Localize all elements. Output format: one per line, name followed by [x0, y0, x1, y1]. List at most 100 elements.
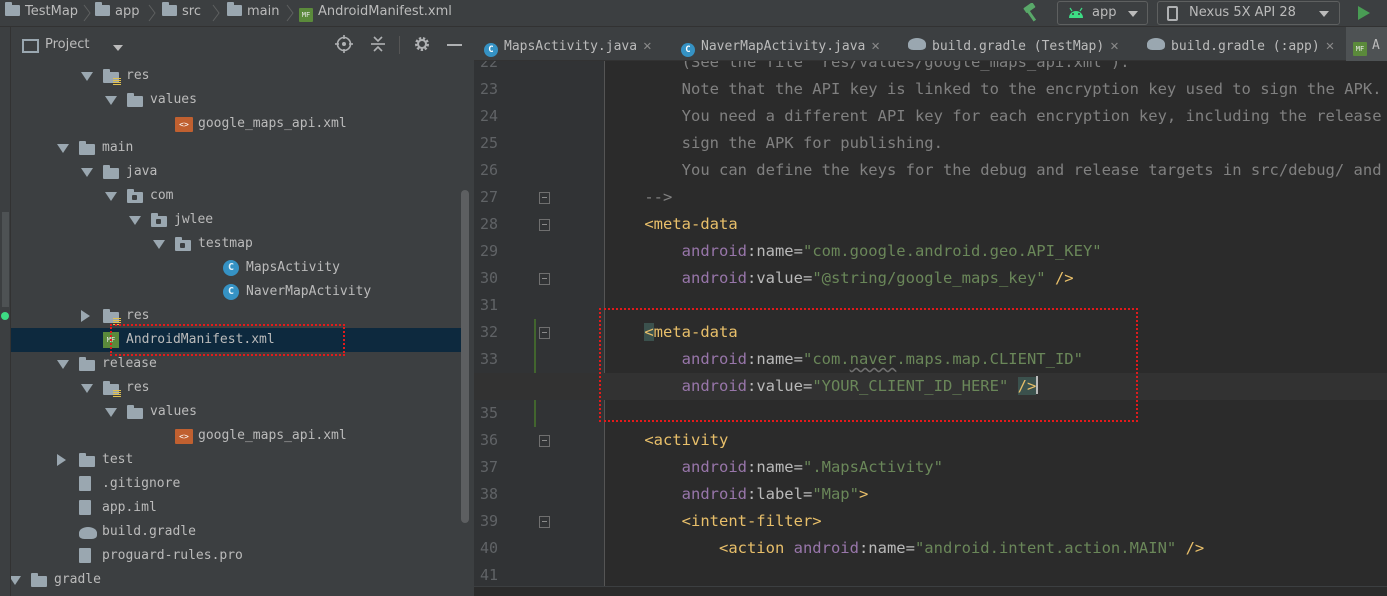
code-token: android: [681, 458, 747, 476]
tree-item[interactable]: test: [11, 448, 461, 472]
tab-build-gradle-app[interactable]: build.gradle (:app) ✕: [1147, 27, 1345, 61]
breadcrumb-separator-icon: [286, 4, 294, 22]
tab-android-manifest[interactable]: MF A: [1346, 27, 1387, 61]
collapse-arrow-icon[interactable]: [57, 454, 66, 466]
gradle-icon: [79, 527, 97, 539]
close-icon[interactable]: ✕: [643, 38, 651, 54]
tree-item[interactable]: C MapsActivity: [11, 256, 461, 280]
minimize-icon[interactable]: [447, 44, 462, 46]
tree-item-label: java: [126, 164, 158, 179]
tree-item[interactable]: com: [11, 184, 461, 208]
chevron-down-icon[interactable]: [113, 45, 123, 51]
project-scrollbar[interactable]: [461, 190, 469, 523]
expand-arrow-icon[interactable]: [57, 360, 69, 369]
code-token: android: [681, 485, 747, 503]
tree-item-label: .gitignore: [102, 476, 181, 491]
hammer-icon[interactable]: [1021, 3, 1043, 23]
expand-arrow-icon[interactable]: [105, 96, 117, 105]
fold-marker-icon[interactable]: [539, 219, 550, 231]
run-icon[interactable]: [1356, 5, 1372, 21]
code-line: (See the file "res/values/google_maps_ap…: [607, 61, 1130, 76]
expand-arrow-icon[interactable]: [129, 216, 141, 225]
breadcrumb-src[interactable]: src: [162, 0, 201, 26]
tree-item-label: google_maps_api.xml: [198, 116, 347, 131]
resource-manager-icon[interactable]: [1, 312, 9, 320]
tree-item[interactable]: <> google_maps_api.xml: [11, 424, 461, 448]
tree-item[interactable]: .gitignore: [11, 472, 461, 496]
editor-bottom-edge: [474, 586, 1387, 596]
collapse-all-icon[interactable]: [369, 35, 387, 53]
breadcrumb-manifest[interactable]: MF AndroidManifest.xml: [299, 0, 452, 26]
tree-item[interactable]: res: [11, 64, 461, 88]
tree-item[interactable]: res: [11, 376, 461, 400]
close-icon[interactable]: ✕: [871, 38, 879, 54]
code-line: -->: [607, 184, 672, 211]
android-icon: [1069, 7, 1083, 18]
device-icon: [1167, 6, 1178, 21]
tab-build-gradle-project[interactable]: build.gradle (TestMap) ✕: [908, 27, 1138, 61]
tree-item[interactable]: java: [11, 160, 461, 184]
tree-item[interactable]: app.iml: [11, 496, 461, 520]
code-token: You need a different API key for each en…: [681, 107, 1382, 125]
tree-item[interactable]: <> google_maps_api.xml: [11, 112, 461, 136]
xml-file-icon: <>: [175, 429, 193, 444]
close-icon[interactable]: ✕: [1110, 38, 1118, 54]
folder-icon: [31, 573, 47, 587]
breadcrumb-label: main: [247, 4, 280, 19]
expand-arrow-icon[interactable]: [81, 168, 93, 177]
project-view-title[interactable]: Project: [45, 37, 89, 52]
tree-item-label: values: [150, 404, 197, 419]
breadcrumb-separator-icon: [83, 4, 91, 22]
expand-arrow-icon[interactable]: [153, 240, 165, 249]
project-panel-header: Project: [11, 27, 474, 61]
project-tool-button[interactable]: [2, 212, 9, 307]
project-view-icon: [22, 39, 39, 53]
tab-maps-activity[interactable]: C MapsActivity.java ✕: [484, 27, 674, 61]
locate-icon[interactable]: [335, 35, 353, 53]
tree-item[interactable]: values: [11, 400, 461, 424]
tree-item[interactable]: jwlee: [11, 208, 461, 232]
tab-label: build.gradle (TestMap): [932, 39, 1105, 54]
breadcrumb-project[interactable]: TestMap: [5, 0, 78, 26]
breadcrumb-main[interactable]: main: [227, 0, 279, 26]
code-line: android:value="@string/google_maps_key" …: [607, 265, 1074, 292]
fold-marker-icon[interactable]: [539, 327, 550, 339]
fold-marker-icon[interactable]: [539, 516, 550, 528]
expand-arrow-icon[interactable]: [81, 72, 93, 81]
chevron-down-icon: [1128, 11, 1138, 17]
expand-arrow-icon[interactable]: [105, 192, 117, 201]
tab-naver-map-activity[interactable]: C NaverMapActivity.java ✕: [681, 27, 899, 61]
collapse-arrow-icon[interactable]: [81, 310, 90, 322]
annotation-box-manifest: [110, 324, 345, 356]
tree-item[interactable]: main: [11, 136, 461, 160]
line-number: 41: [479, 566, 498, 584]
tree-item[interactable]: gradle: [11, 568, 461, 592]
code-line: <intent-filter>: [607, 508, 822, 535]
tree-item[interactable]: testmap: [11, 232, 461, 256]
tree-item[interactable]: C NaverMapActivity: [11, 280, 461, 304]
expand-arrow-icon[interactable]: [57, 144, 69, 153]
tree-item[interactable]: proguard-rules.pro: [11, 544, 461, 568]
device-dropdown[interactable]: Nexus 5X API 28: [1157, 1, 1340, 25]
tree-item[interactable]: build.gradle: [11, 520, 461, 544]
code-line: You can define the keys for the debug an…: [607, 157, 1387, 184]
gear-icon[interactable]: [413, 35, 431, 53]
breadcrumb-app[interactable]: app: [95, 0, 139, 26]
breadcrumb-separator-icon: [148, 4, 156, 22]
editor-gutter: 2223242526272829303132333435363738394041: [474, 61, 604, 596]
breadcrumb-label: app: [115, 4, 140, 19]
code-token: android: [681, 269, 747, 287]
line-number: 35: [479, 404, 498, 422]
expand-arrow-icon[interactable]: [81, 384, 93, 393]
code-token: "android.intent.action.MAIN": [914, 539, 1177, 557]
fold-marker-icon[interactable]: [539, 435, 550, 447]
run-config-dropdown[interactable]: app: [1057, 1, 1148, 25]
fold-marker-icon[interactable]: [539, 273, 550, 285]
close-icon[interactable]: ✕: [1326, 38, 1334, 54]
fold-marker-icon[interactable]: [539, 192, 550, 204]
expand-arrow-icon[interactable]: [105, 408, 117, 417]
tree-item[interactable]: values: [11, 88, 461, 112]
expand-arrow-icon[interactable]: [11, 576, 21, 585]
code-token: Note that the API key is linked to the e…: [607, 80, 1382, 98]
